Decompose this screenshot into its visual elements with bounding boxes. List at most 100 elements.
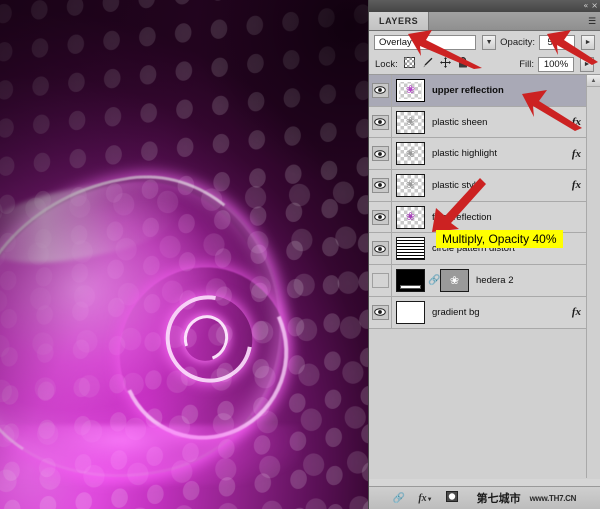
- thumbnail-glyph: ❀: [406, 210, 415, 223]
- layer-name[interactable]: plastic highlight: [425, 148, 497, 159]
- layer-mask-thumbnail[interactable]: [396, 269, 425, 292]
- fill-slider-caret-icon[interactable]: ►: [580, 57, 594, 72]
- layer-thumbnail-cell[interactable]: ❀: [392, 111, 425, 134]
- layer-row-upper-reflection[interactable]: ❀ upper reflection ▼: [369, 75, 600, 107]
- layer-row-plastic-sheen[interactable]: ❀ plastic sheen fx ▼: [369, 107, 600, 139]
- layer-thumbnail[interactable]: ❀: [440, 269, 469, 292]
- blend-opacity-row: Overlay ▼ Opacity: 50% ►: [369, 31, 600, 54]
- eye-icon[interactable]: [372, 273, 389, 288]
- layer-name[interactable]: upper reflection: [425, 85, 504, 96]
- panel-menu-icon[interactable]: ☰: [584, 12, 600, 30]
- eye-icon[interactable]: [372, 305, 389, 320]
- opacity-input[interactable]: 50%: [539, 35, 575, 50]
- fill-value: 100%: [544, 59, 568, 70]
- watermark-cn-text: 第七城市: [477, 490, 521, 506]
- blend-mode-value: Overlay: [379, 37, 475, 48]
- layer-row-plastic-highlight[interactable]: ❀ plastic highlight fx ▼: [369, 138, 600, 170]
- link-mask-icon[interactable]: 🔗: [428, 275, 437, 286]
- layer-visibility-cell[interactable]: [369, 233, 392, 264]
- panel-titlebar: « ×: [369, 0, 600, 12]
- canvas-vignette: [0, 0, 368, 509]
- layer-fx-badge[interactable]: fx: [567, 179, 586, 191]
- layer-name[interactable]: hedera 2: [469, 275, 514, 286]
- close-icon[interactable]: ×: [591, 2, 598, 10]
- lock-move-icon[interactable]: [440, 55, 451, 73]
- layer-name[interactable]: floor reflection: [425, 212, 492, 223]
- layer-visibility-cell[interactable]: [369, 265, 392, 296]
- eye-icon[interactable]: [372, 241, 389, 256]
- blend-mode-select[interactable]: Overlay: [374, 35, 476, 50]
- layer-visibility-cell[interactable]: [369, 107, 392, 138]
- opacity-label: Opacity:: [500, 37, 535, 48]
- layer-fx-badge[interactable]: fx: [567, 148, 586, 160]
- eye-icon[interactable]: [372, 115, 389, 130]
- eye-icon[interactable]: [372, 210, 389, 225]
- fill-group: Fill: 100% ►: [519, 57, 594, 72]
- layer-thumbnail[interactable]: ❀: [396, 206, 425, 229]
- lock-all-icon[interactable]: [458, 55, 468, 73]
- document-canvas[interactable]: [0, 0, 368, 509]
- link-layers-icon[interactable]: 🔗: [393, 493, 405, 504]
- layer-visibility-cell[interactable]: [369, 202, 392, 233]
- opacity-value: 50%: [547, 37, 566, 48]
- eye-icon[interactable]: [372, 178, 389, 193]
- thumbnail-glyph: ❀: [406, 84, 415, 97]
- lock-icon-group: [404, 55, 468, 73]
- layer-visibility-cell[interactable]: [369, 297, 392, 328]
- scroll-up-icon[interactable]: ▲: [587, 75, 600, 87]
- layer-list: ❀ upper reflection ▼ ❀: [369, 74, 600, 478]
- thumbnail-glyph: ❀: [406, 179, 415, 192]
- layer-row-plastic-style[interactable]: ❀ plastic style fx ▼: [369, 170, 600, 202]
- collapse-icon[interactable]: «: [583, 2, 588, 10]
- opacity-slider-caret-icon[interactable]: ►: [581, 35, 595, 50]
- annotation-tooltip: Multiply, Opacity 40%: [436, 230, 563, 248]
- fill-input[interactable]: 100%: [538, 57, 574, 72]
- layer-visibility-cell[interactable]: [369, 170, 392, 201]
- add-mask-icon[interactable]: [446, 491, 458, 505]
- layer-fx-badge[interactable]: fx: [567, 306, 586, 318]
- layer-name[interactable]: plastic style: [425, 180, 481, 191]
- fill-label: Fill:: [519, 59, 534, 70]
- tab-layers[interactable]: LAYERS: [369, 12, 429, 30]
- layer-thumbnail-cell[interactable]: ❀: [392, 142, 425, 165]
- layer-thumbnail-cell[interactable]: ❀: [392, 206, 425, 229]
- layer-row-gradient-bg[interactable]: gradient bg fx ▼: [369, 297, 600, 329]
- add-style-icon[interactable]: fx▼: [418, 493, 432, 504]
- blend-mode-chevron-down-icon[interactable]: ▼: [482, 35, 496, 50]
- layer-name[interactable]: plastic sheen: [425, 117, 487, 128]
- layer-thumbnail[interactable]: ❀: [396, 174, 425, 197]
- layer-thumbnail[interactable]: [396, 237, 425, 260]
- thumbnail-glyph: ❀: [450, 274, 459, 287]
- layer-thumbnail-cell[interactable]: ❀: [392, 174, 425, 197]
- tabstrip-filler: [429, 12, 584, 30]
- lock-label: Lock:: [375, 59, 398, 70]
- lock-fill-row: Lock:: [369, 54, 600, 74]
- layer-thumbnail-cell[interactable]: 🔗 ❀: [392, 269, 469, 292]
- layer-name[interactable]: gradient bg: [425, 307, 480, 318]
- layer-thumbnail-cell[interactable]: ❀: [392, 79, 425, 102]
- watermark: 第七城市 www.TH7.CN: [477, 490, 577, 506]
- lock-paint-icon[interactable]: [422, 55, 433, 73]
- layer-visibility-cell[interactable]: [369, 75, 392, 106]
- mask-gradient-bar: [400, 285, 421, 289]
- layer-thumbnail[interactable]: [396, 301, 425, 324]
- layer-list-scrollbar[interactable]: ▲: [586, 75, 600, 478]
- layer-visibility-cell[interactable]: [369, 138, 392, 169]
- eye-icon[interactable]: [372, 83, 389, 98]
- lock-transparency-icon[interactable]: [404, 55, 415, 73]
- thumbnail-glyph: ❀: [406, 115, 415, 128]
- layer-thumbnail-cell[interactable]: [392, 301, 425, 324]
- layer-row-hedera-2[interactable]: 🔗 ❀ hedera 2: [369, 265, 600, 297]
- layer-thumbnail[interactable]: ❀: [396, 79, 425, 102]
- eye-icon[interactable]: [372, 146, 389, 161]
- panel-tabstrip: LAYERS ☰: [369, 12, 600, 31]
- layers-panel: « × LAYERS ☰ Overlay ▼ Opacity: 50% ► Lo…: [368, 0, 600, 509]
- layer-row-floor-reflection[interactable]: ❀ floor reflection ▼: [369, 202, 600, 234]
- panel-bottom-toolbar: 🔗 fx▼ 第七城市 www.TH7.CN: [369, 486, 600, 509]
- thumbnail-glyph: ❀: [406, 147, 415, 160]
- watermark-en-text: www.TH7.CN: [530, 494, 577, 503]
- layer-thumbnail[interactable]: ❀: [396, 111, 425, 134]
- layer-fx-badge[interactable]: fx: [567, 116, 586, 128]
- layer-thumbnail[interactable]: ❀: [396, 142, 425, 165]
- layer-thumbnail-cell[interactable]: [392, 237, 425, 260]
